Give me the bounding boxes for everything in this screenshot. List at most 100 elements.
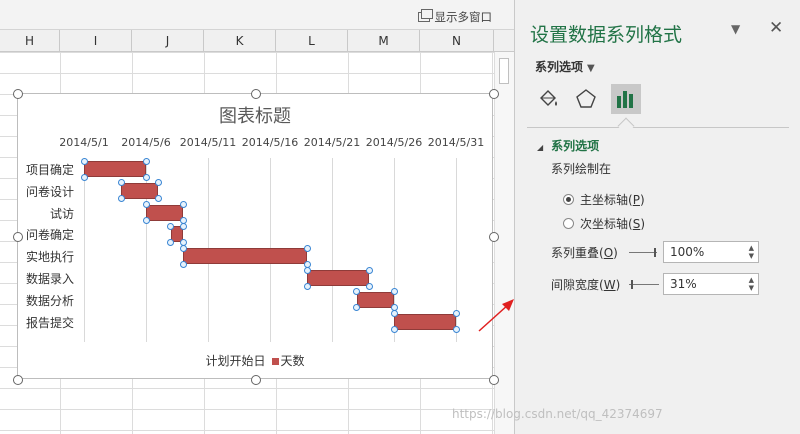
gantt-bar[interactable] [146,204,184,221]
spin-up-icon[interactable]: ▲ [749,244,754,252]
spin-up-icon[interactable]: ▲ [749,276,754,284]
y-category-label: 报告提交 [25,315,74,330]
gap-width-spinbox[interactable]: 31% ▲ ▼ [663,273,759,295]
bar-selection-handle[interactable] [452,310,460,318]
gantt-chart[interactable]: 图表标题 2014/5/1 2014/5/6 2014/5/11 2014/5/16 2… [13,89,499,385]
gantt-bar[interactable] [394,313,456,330]
gantt-bar[interactable] [307,270,370,286]
resize-handle[interactable] [489,375,499,385]
bar-selection-handle[interactable] [179,222,187,230]
bar-selection-handle[interactable] [142,201,150,209]
spin-down-icon[interactable]: ▼ [749,252,754,260]
primary-axis-radio[interactable]: 主坐标轴(P) [563,191,645,208]
overlap-value: 100% [670,245,705,259]
y-category-label: 问卷设计 [25,184,74,199]
bar-selection-handle[interactable] [303,244,311,252]
resize-handle[interactable] [13,232,23,242]
pentagon-icon [576,89,596,108]
bar-selection-handle[interactable] [390,288,398,296]
bar-selection-handle[interactable] [80,173,88,181]
resize-handle[interactable] [251,375,261,385]
bar-selection-handle[interactable] [80,157,88,165]
plot-on-label: 系列绘制在 [551,162,612,176]
gantt-bar[interactable] [356,291,394,308]
bar-selection-handle[interactable] [154,179,162,187]
column-header-k[interactable]: K [204,30,276,52]
scroll-thumb[interactable] [499,58,509,84]
spin-down-icon[interactable]: ▼ [749,284,754,292]
bar-selection-handle[interactable] [142,157,150,165]
pane-title: 设置数据系列格式 [530,24,683,46]
resize-handle[interactable] [489,232,499,242]
section-title: 系列选项 [551,139,600,153]
bar-selection-handle[interactable] [142,173,150,181]
resize-handle[interactable] [489,89,499,99]
spreadsheet-area: 显示多窗口 HIJKLMN 图表标题 2014/5/1 2014/5/6 2014/… [0,0,514,434]
x-tick-label: 2014/5/1 [59,136,109,149]
bar-selection-handle[interactable] [167,238,175,246]
bar-chart-icon [617,91,633,108]
bar-selection-handle[interactable] [179,260,187,268]
column-header-n[interactable]: N [420,30,494,52]
close-icon[interactable]: ✕ [769,18,783,38]
overlap-slider-knob[interactable] [654,248,656,257]
y-category-label: 试访 [49,206,74,221]
column-header-j[interactable]: J [132,30,204,52]
ribbon-strip: 显示多窗口 [0,0,514,30]
column-header-h[interactable]: H [0,30,60,52]
gap-width-value: 31% [670,277,697,291]
windows-icon [417,9,433,22]
multi-window-button[interactable]: 显示多窗口 [417,9,493,25]
gridline [332,158,333,342]
x-tick-label: 2014/5/11 [179,136,237,149]
gantt-bar[interactable] [84,161,146,177]
tab-effects[interactable] [571,84,601,114]
bar-selection-handle[interactable] [117,195,125,203]
tab-fill-line[interactable] [533,84,563,114]
overlap-slider[interactable] [629,252,657,253]
secondary-axis-radio[interactable]: 次坐标轴(S) [563,215,645,232]
x-tick-label: 2014/5/6 [121,136,171,149]
bar-selection-handle[interactable] [303,282,311,290]
y-category-label: 项目确定 [25,163,74,177]
bar-selection-handle[interactable] [353,304,361,312]
bar-selection-handle[interactable] [390,326,398,334]
overlap-spinbox[interactable]: 100% ▲ ▼ [663,241,759,263]
legend-item-days: 天数 [280,354,305,368]
bar-selection-handle[interactable] [154,195,162,203]
bar-selection-handle[interactable] [142,217,150,225]
radio-selected[interactable] [563,194,574,205]
section-series-options[interactable]: ◢ 系列选项 [537,137,599,154]
caret-down-icon: ▼ [587,63,595,74]
radio-unselected[interactable] [563,218,574,229]
gap-width-slider[interactable] [629,284,659,285]
resize-handle[interactable] [13,89,23,99]
resize-handle[interactable] [251,89,261,99]
gap-width-slider-knob[interactable] [631,280,633,289]
column-header-l[interactable]: L [276,30,348,52]
column-header-i[interactable]: I [60,30,132,52]
bar-selection-handle[interactable] [117,179,125,187]
chart-legend[interactable]: 计划开始日 天数 [18,352,492,369]
chart-title[interactable]: 图表标题 [18,102,492,128]
bar-selection-handle[interactable] [303,266,311,274]
bar-selection-handle[interactable] [179,201,187,209]
column-header-m[interactable]: M [348,30,420,52]
gantt-bar[interactable] [183,248,308,265]
bar-selection-handle[interactable] [390,310,398,318]
bar-selection-handle[interactable] [452,326,460,334]
series-options-dropdown[interactable]: 系列选项 ▼ [535,58,595,75]
gantt-bar[interactable] [121,182,159,199]
y-category-label: 问卷确定 [25,228,74,243]
bar-selection-handle[interactable] [179,244,187,252]
resize-handle[interactable] [13,375,23,385]
tab-series-options[interactable] [611,84,641,114]
multi-window-label: 显示多窗口 [434,10,493,24]
bar-selection-handle[interactable] [365,266,373,274]
series-options-label: 系列选项 [535,60,584,74]
bar-selection-handle[interactable] [365,282,373,290]
chevron-down-icon[interactable]: ▼ [731,22,740,36]
y-category-label: 数据分析 [25,293,74,308]
gap-width-label: 间隙宽度(W) [551,278,621,292]
overlap-label: 系列重叠(O) [551,246,618,260]
